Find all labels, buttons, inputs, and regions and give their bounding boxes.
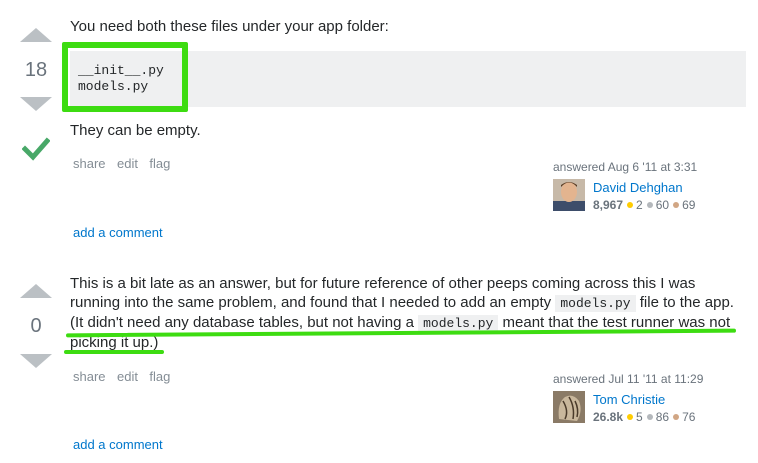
vote-down-icon[interactable]: [20, 354, 52, 368]
answered-time: answered Aug 6 '11 at 3:31: [553, 160, 698, 174]
text: (It didn't need any database tables, but…: [70, 314, 419, 331]
text-line: This is a bit late as an answer, but for…: [70, 274, 750, 293]
share-link[interactable]: share: [73, 369, 106, 384]
bronze-badge-icon: [673, 414, 680, 421]
text: file to the app.: [635, 294, 734, 311]
avatar[interactable]: [553, 179, 585, 211]
vote-count: 0: [30, 315, 42, 337]
reputation: 8,967: [593, 198, 624, 212]
user-name[interactable]: Tom Christie: [593, 392, 665, 407]
edit-link[interactable]: edit: [117, 156, 138, 171]
vote-down-icon[interactable]: [20, 97, 52, 111]
vote-count: 18: [24, 59, 48, 81]
reputation: 26.8k: [593, 410, 624, 424]
vote-up-icon[interactable]: [20, 284, 52, 298]
text-line: running into the same problem, and found…: [70, 293, 750, 313]
answer-body: This is a bit late as an answer, but for…: [70, 274, 750, 352]
silver-count: 86: [655, 410, 670, 424]
gold-badge-icon: [627, 202, 634, 209]
accepted-check-icon: [21, 136, 51, 167]
silver-badge-icon: [646, 414, 653, 421]
gold-badge-icon: [627, 414, 634, 421]
gold-count: 5: [636, 410, 643, 424]
answer-intro: You need both these files under your app…: [70, 18, 389, 35]
user-stats: 8,967 2 60 69: [593, 198, 695, 212]
text: This is a bit late as an answer, but for…: [70, 275, 696, 292]
add-comment-link[interactable]: add a comment: [73, 225, 163, 240]
add-comment-link[interactable]: add a comment: [73, 437, 163, 452]
gold-count: 2: [636, 198, 643, 212]
highlight-underline: [64, 350, 164, 354]
flag-link[interactable]: flag: [149, 369, 170, 384]
user-stats: 26.8k 5 86 76: [593, 410, 695, 424]
user-name[interactable]: David Dehghan: [593, 180, 683, 195]
silver-badge-icon: [646, 202, 653, 209]
answered-time: answered Jul 11 '11 at 11:29: [553, 372, 704, 386]
bronze-badge-icon: [673, 202, 680, 209]
bronze-count: 76: [682, 410, 696, 424]
bronze-count: 69: [682, 198, 696, 212]
avatar[interactable]: [553, 391, 585, 423]
post-menu: share edit flag: [73, 368, 177, 386]
text: running into the same problem, and found…: [70, 294, 556, 311]
share-link[interactable]: share: [73, 156, 106, 171]
highlight-box: [62, 42, 188, 112]
vote-up-icon[interactable]: [20, 28, 52, 42]
edit-link[interactable]: edit: [117, 369, 138, 384]
post-menu: share edit flag: [73, 155, 177, 173]
silver-count: 60: [655, 198, 670, 212]
flag-link[interactable]: flag: [149, 156, 170, 171]
answer-outro: They can be empty.: [70, 122, 201, 139]
inline-code: models.py: [555, 295, 636, 312]
